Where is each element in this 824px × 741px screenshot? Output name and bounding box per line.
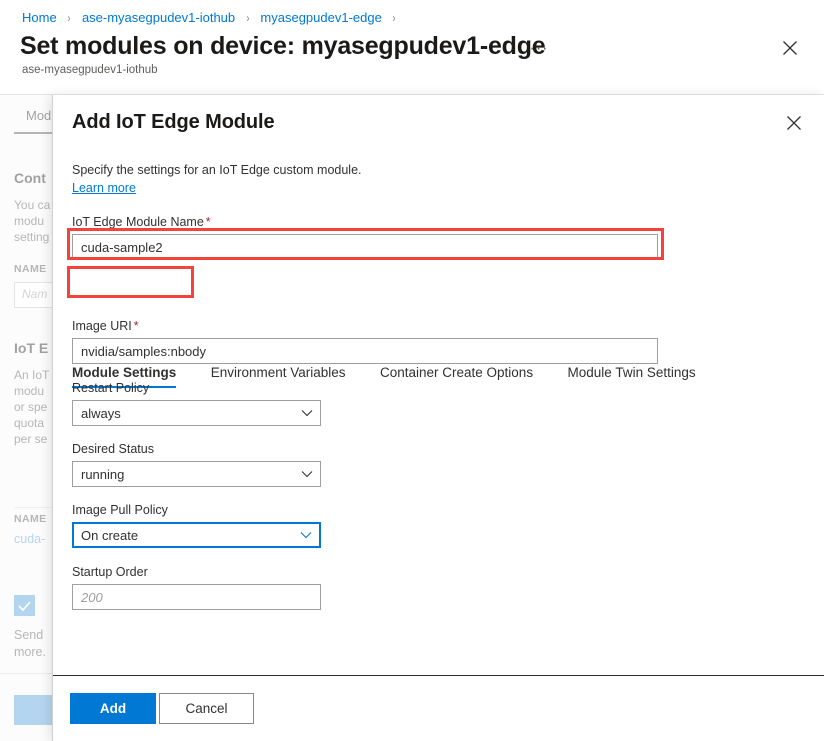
image-uri-input[interactable]: nvidia/samples:nbody <box>72 338 658 364</box>
desired-status-value: running <box>81 467 124 482</box>
blade-close-icon[interactable] <box>780 38 800 58</box>
module-name-label: IoT Edge Module Name* <box>72 215 211 229</box>
breadcrumb-item-iothub[interactable]: ase-myasegpudev1-iothub <box>82 10 235 25</box>
page-title: Set modules on device: myasegpudev1-edge <box>20 32 546 61</box>
breadcrumb-separator-icon: › <box>68 9 71 27</box>
restart-policy-dropdown[interactable]: always <box>72 400 321 426</box>
cancel-button[interactable]: Cancel <box>159 693 254 724</box>
image-pull-policy-value: On create <box>81 528 138 543</box>
learn-more-link[interactable]: Learn more <box>72 181 136 195</box>
background-module-link: cuda- <box>14 532 45 546</box>
breadcrumb: Home › ase-myasegpudev1-iothub › myasegp… <box>22 9 403 27</box>
breadcrumb-separator-icon: › <box>246 9 249 27</box>
background-column-header-name: NAME <box>14 263 47 275</box>
image-uri-label-text: Image URI <box>72 319 132 333</box>
chevron-down-icon <box>301 464 313 484</box>
dialog-body: Specify the settings for an IoT Edge cus… <box>53 95 824 675</box>
add-iot-edge-module-dialog: Add IoT Edge Module Specify the settings… <box>52 95 824 741</box>
image-pull-policy-dropdown[interactable]: On create <box>72 522 321 548</box>
desired-status-label: Desired Status <box>72 442 154 456</box>
startup-order-input[interactable]: 200 <box>72 584 321 610</box>
screen-root: Home › ase-myasegpudev1-iothub › myasegp… <box>0 0 824 741</box>
chevron-down-icon <box>300 525 312 545</box>
dialog-footer: Add Cancel <box>53 675 824 741</box>
tab-module-twin-settings[interactable]: Module Twin Settings <box>568 365 696 388</box>
background-column-header-name-2: NAME <box>14 513 47 525</box>
add-button[interactable]: Add <box>70 693 156 724</box>
module-name-input[interactable]: cuda-sample2 <box>72 234 658 260</box>
restart-policy-label: Restart Policy <box>72 381 149 395</box>
required-indicator: * <box>134 319 139 333</box>
more-options-icon[interactable]: ··· <box>528 40 550 62</box>
image-pull-policy-label: Image Pull Policy <box>72 503 168 517</box>
startup-order-label: Startup Order <box>72 565 148 579</box>
desired-status-dropdown[interactable]: running <box>72 461 321 487</box>
restart-policy-value: always <box>81 406 121 421</box>
dialog-description: Specify the settings for an IoT Edge cus… <box>72 163 362 177</box>
breadcrumb-separator-icon: › <box>393 9 396 27</box>
blade-header: Home › ase-myasegpudev1-iothub › myasegp… <box>0 0 824 95</box>
background-section2-heading: IoT E <box>14 340 48 356</box>
checkmark-icon <box>14 595 35 616</box>
background-tab-modules: Mod <box>26 108 51 123</box>
required-indicator: * <box>206 215 211 229</box>
page-subtitle: ase-myasegpudev1-iothub <box>22 64 158 76</box>
module-name-label-text: IoT Edge Module Name <box>72 215 204 229</box>
dialog-tabstrip: Module Settings Environment Variables Co… <box>72 365 726 395</box>
background-section1-heading: Cont <box>14 170 46 186</box>
breadcrumb-item-edge-device[interactable]: myasegpudev1-edge <box>260 10 381 25</box>
chevron-down-icon <box>301 403 313 423</box>
image-uri-label: Image URI* <box>72 319 139 333</box>
tab-environment-variables[interactable]: Environment Variables <box>211 365 346 388</box>
module-settings-tab-highlight-annotation <box>67 266 194 298</box>
breadcrumb-item-home[interactable]: Home <box>22 10 57 25</box>
tab-container-create-options[interactable]: Container Create Options <box>380 365 533 388</box>
